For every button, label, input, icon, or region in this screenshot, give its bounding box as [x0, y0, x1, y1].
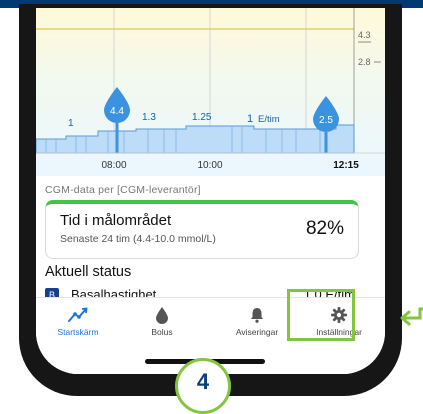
time-label: 10:00	[197, 160, 222, 171]
status-heading: Aktuell status	[45, 264, 132, 280]
glucose-insulin-chart[interactable]: 4.3 2.8 1 1.3 1.25 1 E/tim 4.4 2.5 08:00…	[36, 8, 385, 176]
time-label-current: 12:15	[333, 160, 359, 171]
tab-bolus[interactable]: Bolus	[122, 304, 202, 340]
step-callout: 4	[175, 358, 231, 414]
tab-label: Aviseringar	[235, 327, 279, 337]
card-subtitle: Senaste 24 tim (4.4-10.0 mmol/L)	[60, 233, 216, 245]
bolus-dose-label: 4.4	[110, 106, 124, 117]
tab-label: Bolus	[151, 327, 173, 337]
basal-rate-label: 1.25	[192, 112, 212, 123]
time-in-range-card[interactable]: Tid i målområdet Senaste 24 tim (4.4-10.…	[45, 200, 359, 259]
basal-rate-label: 1	[247, 113, 253, 125]
chart-svg: 4.3 2.8 1 1.3 1.25 1 E/tim 4.4 2.5 08:00…	[36, 8, 385, 171]
basal-rate-label: 1	[68, 118, 74, 129]
time-label: 08:00	[101, 160, 126, 171]
time-in-range-percent: 82%	[305, 218, 344, 239]
basal-rate-label: 1.3	[142, 112, 156, 123]
bolus-dose-label: 2.5	[319, 115, 333, 126]
cgm-source-note: CGM-data per [CGM-leverantör]	[45, 184, 201, 196]
step-number: 4	[196, 369, 210, 394]
basal-area	[36, 124, 355, 154]
basal-unit-label: E/tim	[258, 114, 280, 125]
y-tick-label: 2.8	[358, 57, 371, 67]
bell-icon	[217, 306, 297, 324]
trend-chart-icon	[38, 306, 118, 324]
arrow-left-icon	[400, 307, 423, 326]
card-title: Tid i målområdet	[60, 212, 172, 229]
settings-highlight-box	[287, 289, 355, 341]
tab-home[interactable]: Startskärm	[38, 304, 118, 340]
tab-notifications[interactable]: Aviseringar	[217, 304, 297, 340]
drop-icon	[122, 306, 202, 324]
tab-label: Startskärm	[57, 327, 99, 337]
y-tick-label: 4.3	[358, 30, 371, 40]
